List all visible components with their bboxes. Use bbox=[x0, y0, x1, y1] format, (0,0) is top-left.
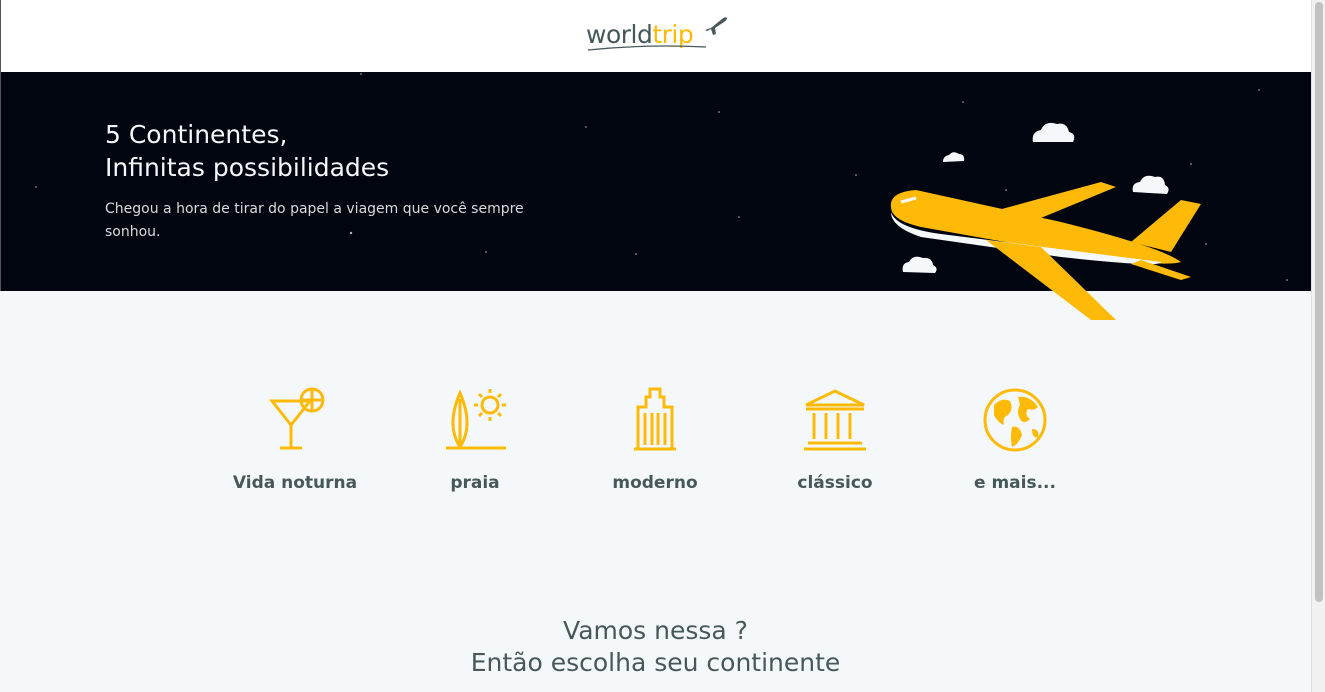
surfboard-icon bbox=[446, 389, 506, 450]
logo-underline bbox=[587, 45, 707, 51]
cta-heading: Vamos nessa ? Então escolha seu continen… bbox=[0, 615, 1311, 679]
banner-title-line1: 5 Continentes, bbox=[105, 120, 288, 149]
building-icon bbox=[634, 387, 676, 451]
travel-type-modern[interactable]: moderno bbox=[575, 385, 735, 493]
worldtrip-logo[interactable]: worldtrip bbox=[586, 16, 727, 56]
travel-types: Vida noturna praia moderno clássico e ma… bbox=[0, 291, 1311, 551]
travel-type-beach[interactable]: praia bbox=[395, 385, 555, 493]
travel-type-label: moderno bbox=[612, 473, 698, 493]
banner-title: 5 Continentes, Infinitas possibilidades bbox=[105, 118, 389, 184]
museum-icon bbox=[804, 389, 866, 451]
travel-type-label: e mais... bbox=[974, 473, 1056, 493]
scrollbar-thumb[interactable] bbox=[1315, 2, 1323, 602]
earth-icon bbox=[983, 388, 1047, 452]
travel-type-nightlife[interactable]: Vida noturna bbox=[215, 385, 375, 493]
header: worldtrip bbox=[0, 0, 1311, 72]
vertical-scrollbar[interactable] bbox=[1311, 0, 1325, 692]
travel-type-label: clássico bbox=[797, 473, 873, 493]
travel-type-label: Vida noturna bbox=[232, 473, 358, 493]
travel-type-more[interactable]: e mais... bbox=[935, 385, 1095, 493]
banner-title-line2: Infinitas possibilidades bbox=[105, 153, 390, 182]
hero-banner: 5 Continentes, Infinitas possibilidades … bbox=[0, 72, 1311, 320]
plane-logo-icon bbox=[705, 17, 727, 35]
cta-line2: Então escolha seu continente bbox=[470, 648, 841, 677]
banner-subtitle: Chegou a hora de tirar do papel a viagem… bbox=[105, 201, 524, 240]
cocktail-icon bbox=[268, 387, 325, 450]
travel-type-classic[interactable]: clássico bbox=[755, 385, 915, 493]
travel-type-label: praia bbox=[450, 473, 500, 493]
cta-line1: Vamos nessa ? bbox=[563, 616, 748, 645]
